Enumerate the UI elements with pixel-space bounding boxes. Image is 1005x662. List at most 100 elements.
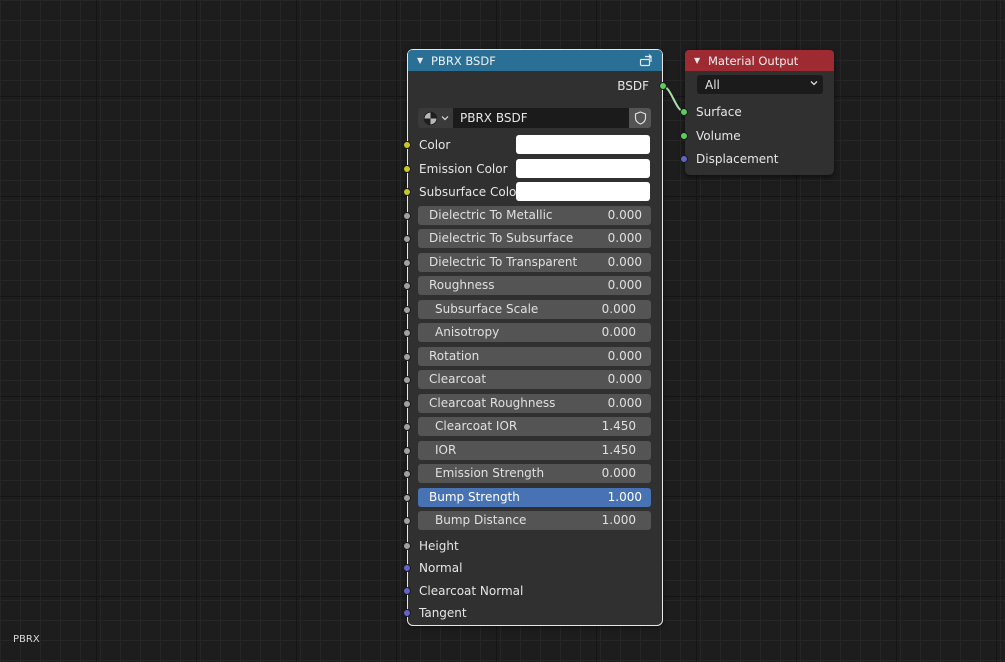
slider-value: 0.000	[601, 301, 636, 316]
fake-user-button[interactable]	[629, 108, 651, 128]
color-field-emission-color[interactable]	[516, 158, 650, 178]
socket-clearcoat[interactable]	[403, 376, 411, 384]
material-output-header[interactable]: ▼ Material Output	[685, 50, 834, 71]
socket-clearcoat-roughness[interactable]	[403, 399, 411, 408]
socket-volume[interactable]	[680, 131, 688, 140]
input-row-subsurface-colo: Subsurface Colo	[403, 181, 662, 203]
bsdf-output-row: BSDF	[408, 75, 667, 97]
input-row-bump-distance: Bump Distance 1.000	[403, 510, 662, 532]
socket-clearcoat-normal[interactable]	[403, 586, 411, 595]
socket-surface[interactable]	[680, 108, 688, 116]
slider-anisotropy[interactable]: Anisotropy 0.000	[418, 323, 651, 342]
input-label-emission-color: Emission Color	[419, 161, 508, 176]
target-select[interactable]: All	[697, 75, 823, 94]
slider-dielectric-to-subsurface[interactable]: Dielectric To Subsurface 0.000	[418, 229, 651, 248]
slider-value: 1.450	[601, 419, 636, 433]
pbrx-node-header[interactable]: ▼ PBRX BSDF	[408, 50, 662, 71]
socket-clearcoat-ior[interactable]	[403, 423, 411, 431]
input-row-volume: Volume	[680, 125, 834, 147]
node-group-selector-row: PBRX BSDF	[408, 108, 662, 130]
input-label-height: Height	[419, 538, 459, 553]
input-row-emission-strength: Emission Strength 0.000	[403, 463, 662, 485]
socket-emission-strength[interactable]	[403, 470, 411, 478]
input-label-volume: Volume	[696, 128, 741, 143]
slider-value: 0.000	[607, 278, 642, 292]
socket-roughness[interactable]	[403, 282, 411, 290]
socket-normal[interactable]	[403, 564, 411, 572]
slider-label: Dielectric To Transparent	[429, 254, 578, 269]
socket-height[interactable]	[403, 541, 411, 550]
socket-tangent[interactable]	[403, 609, 411, 617]
slider-value: 0.000	[607, 372, 642, 386]
input-row-displacement: Displacement	[680, 148, 834, 170]
slider-ior[interactable]: IOR 1.450	[418, 440, 651, 460]
slider-label: Clearcoat	[429, 372, 487, 386]
socket-emission-color[interactable]	[403, 164, 411, 173]
input-row-roughness: Roughness 0.000	[403, 275, 662, 297]
socket-displacement[interactable]	[680, 155, 688, 163]
node-tree-icon	[423, 111, 437, 125]
slider-clearcoat[interactable]: Clearcoat 0.000	[418, 370, 651, 389]
slider-dielectric-to-transparent[interactable]: Dielectric To Transparent 0.000	[418, 252, 651, 272]
input-row-emission-color: Emission Color	[403, 158, 662, 180]
socket-dielectric-to-transparent[interactable]	[403, 258, 411, 267]
input-label-surface: Surface	[696, 105, 742, 119]
pbrx-node-title: PBRX BSDF	[431, 53, 496, 68]
color-field-color[interactable]	[516, 135, 650, 154]
input-row-surface: Surface	[680, 101, 834, 123]
collapse-triangle-icon[interactable]: ▼	[694, 56, 702, 65]
slider-roughness[interactable]: Roughness 0.000	[418, 276, 651, 295]
collapse-triangle-icon[interactable]: ▼	[417, 56, 425, 65]
input-row-dielectric-to-transparent: Dielectric To Transparent 0.000	[403, 252, 662, 274]
socket-rotation[interactable]	[403, 352, 411, 361]
bsdf-output-label: BSDF	[617, 79, 649, 93]
slider-label: Dielectric To Subsurface	[429, 231, 574, 245]
socket-ior[interactable]	[403, 446, 411, 455]
slider-label: Emission Strength	[435, 466, 545, 480]
slider-label: Anisotropy	[435, 325, 500, 339]
socket-color[interactable]	[403, 141, 411, 149]
slider-rotation[interactable]: Rotation 0.000	[418, 346, 651, 366]
slider-label: IOR	[435, 442, 457, 457]
chevron-down-icon	[441, 116, 448, 121]
slider-label: Clearcoat IOR	[435, 419, 518, 433]
input-row-clearcoat-roughness: Clearcoat Roughness 0.000	[403, 393, 662, 415]
slider-value: 0.000	[601, 466, 636, 480]
chevron-down-icon	[810, 81, 818, 86]
slider-dielectric-to-metallic[interactable]: Dielectric To Metallic 0.000	[418, 205, 651, 225]
node-tree-name-label: PBRX	[13, 634, 40, 645]
socket-anisotropy[interactable]	[403, 329, 411, 337]
input-row-ior: IOR 1.450	[403, 440, 662, 462]
slider-clearcoat-ior[interactable]: Clearcoat IOR 1.450	[418, 417, 651, 436]
node-group-selector[interactable]: PBRX BSDF	[418, 108, 651, 128]
socket-dielectric-to-subsurface[interactable]	[403, 235, 411, 243]
slider-value: 1.000	[607, 489, 642, 504]
node-tree-browse-button[interactable]	[418, 108, 453, 128]
slider-bump-distance[interactable]: Bump Distance 1.000	[418, 511, 651, 530]
node-group-icon[interactable]	[639, 53, 654, 68]
input-row-bump-strength: Bump Strength 1.000	[403, 487, 662, 509]
material-output-node[interactable]: ▼ Material Output All Surface Volume Displ…	[680, 50, 834, 175]
socket-subsurface-scale[interactable]	[403, 305, 411, 314]
material-output-title: Material Output	[708, 53, 799, 68]
slider-label: Roughness	[429, 278, 495, 292]
pbrx-bsdf-node[interactable]: ▼ PBRX BSDF BSDF PBRX BSDF Color Emissio…	[403, 49, 667, 626]
slider-label: Clearcoat Roughness	[429, 395, 556, 410]
bsdf-output-socket[interactable]	[659, 82, 667, 90]
socket-dielectric-to-metallic[interactable]	[403, 211, 411, 220]
slider-emission-strength[interactable]: Emission Strength 0.000	[418, 464, 651, 483]
node-group-name-field[interactable]: PBRX BSDF	[453, 108, 629, 128]
input-row-rotation: Rotation 0.000	[403, 346, 662, 368]
socket-subsurface-colo[interactable]	[403, 188, 411, 196]
slider-subsurface-scale[interactable]: Subsurface Scale 0.000	[418, 299, 651, 319]
color-field-subsurface-colo[interactable]	[516, 182, 650, 201]
input-label-tangent: Tangent	[419, 606, 467, 620]
slider-value: 0.000	[607, 348, 642, 363]
input-row-clearcoat-normal: Clearcoat Normal	[403, 580, 662, 602]
socket-bump-distance[interactable]	[403, 517, 411, 525]
socket-bump-strength[interactable]	[403, 493, 411, 502]
slider-bump-strength[interactable]: Bump Strength 1.000	[418, 487, 651, 507]
input-row-height: Height	[403, 535, 662, 557]
input-row-color: Color	[403, 134, 662, 156]
slider-clearcoat-roughness[interactable]: Clearcoat Roughness 0.000	[418, 393, 651, 413]
